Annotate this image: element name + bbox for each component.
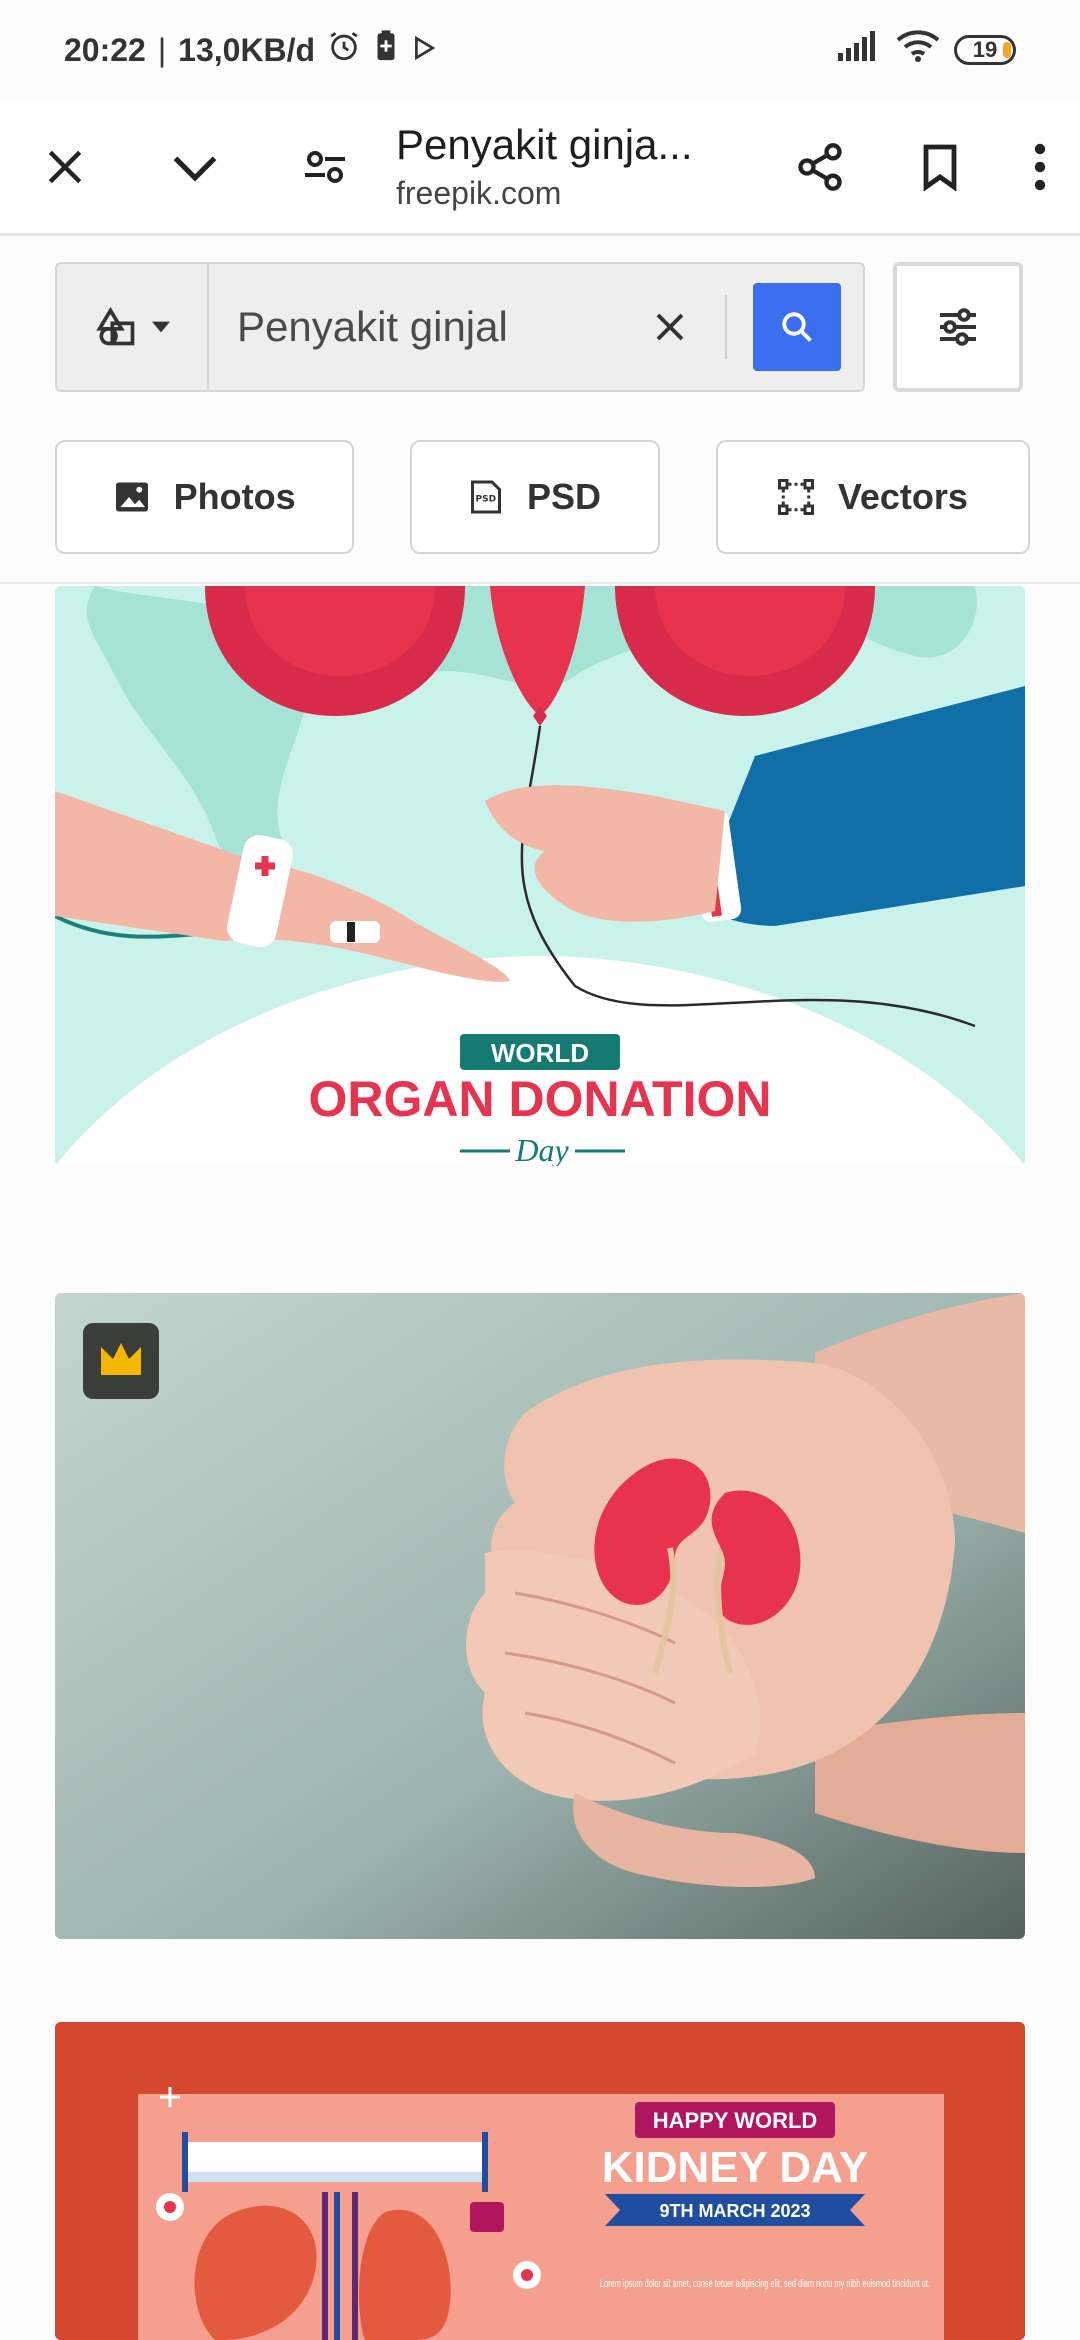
chip-label: Vectors (837, 476, 968, 517)
chip-vectors[interactable]: Vectors (715, 440, 1030, 554)
status-time: 20:22 (64, 31, 146, 68)
battery-level: 19 (972, 37, 998, 62)
status-right: 19 (838, 30, 1016, 70)
chevron-down-icon (173, 155, 217, 182)
asset-type-chips: Photos PSD PSD Vectors (55, 440, 1030, 556)
clear-search-button[interactable] (625, 309, 715, 345)
page-title: Penyakit ginja... (396, 121, 693, 168)
card-body-text: Lorem ipsum dolor sit amet, conse tetuer… (600, 2278, 930, 2290)
tune-icon (305, 150, 345, 183)
wifi-icon (896, 30, 940, 70)
kidney-hands-photo (55, 1293, 1025, 1939)
filter-button[interactable] (893, 262, 1023, 392)
organ-donation-illustration: WORLD ORGAN DONATION Day (55, 586, 1025, 1166)
chip-psd[interactable]: PSD PSD (410, 440, 660, 554)
site-settings-button[interactable] (260, 99, 390, 235)
custom-tab-toolbar: Penyakit ginja... freepik.com (0, 100, 1080, 236)
card-badge: HAPPY WORLD (653, 2108, 818, 2133)
close-icon (48, 150, 82, 183)
search-box: Penyakit ginjal (55, 262, 865, 392)
vector-icon (777, 479, 814, 515)
status-left: 20:22 | 13,0KB/d (64, 29, 437, 71)
more-vertical-icon (1034, 143, 1046, 190)
card-script-heading: Day (514, 1132, 569, 1166)
sliders-icon (940, 308, 976, 346)
shapes-icon (96, 306, 135, 346)
result-card-kidney-photo[interactable] (55, 1293, 1025, 1939)
search-input[interactable]: Penyakit ginjal (209, 303, 625, 351)
search-divider (725, 295, 727, 359)
battery-icon: 19 (954, 35, 1016, 65)
network-speed: 13,0KB/d (178, 31, 316, 68)
caret-down-icon (152, 321, 170, 333)
search-row: Penyakit ginjal (55, 262, 1025, 392)
chip-label: Photos (173, 476, 296, 517)
page-title-area[interactable]: Penyakit ginja... freepik.com (390, 121, 760, 212)
minimize-tab-button[interactable] (130, 99, 260, 235)
alarm-icon (327, 29, 361, 71)
svg-text:PSD: PSD (476, 495, 497, 505)
search-button[interactable] (753, 283, 841, 371)
status-bar: 20:22 | 13,0KB/d 19 (0, 0, 1080, 100)
result-card-kidney-day[interactable]: HAPPY WORLD KIDNEY DAY 9TH MARCH 2023 Lo… (55, 2022, 1025, 2340)
card-small-heading: WORLD (491, 1038, 589, 1068)
search-icon (782, 312, 812, 342)
close-icon (656, 313, 684, 341)
status-separator: | (157, 31, 167, 68)
page-domain: freepik.com (396, 175, 562, 211)
battery-saver-icon (373, 29, 399, 71)
card-main-heading: ORGAN DONATION (309, 1071, 772, 1127)
bookmark-icon (923, 144, 957, 192)
chip-photos[interactable]: Photos (55, 440, 355, 554)
image-icon (115, 482, 148, 512)
psd-file-icon: PSD (471, 480, 501, 514)
chips-divider (0, 582, 1080, 584)
toolbar-actions (760, 99, 1080, 235)
kidney-day-illustration: HAPPY WORLD KIDNEY DAY 9TH MARCH 2023 Lo… (55, 2022, 1025, 2340)
card-main-heading: KIDNEY DAY (602, 2143, 869, 2192)
share-button[interactable] (760, 99, 880, 235)
signal-icon (838, 31, 882, 69)
chip-label: PSD (527, 476, 602, 517)
more-options-button[interactable] (1000, 99, 1080, 235)
card-date-ribbon: 9TH MARCH 2023 (659, 2201, 810, 2221)
share-icon (798, 142, 842, 191)
result-card-organ-donation[interactable]: WORLD ORGAN DONATION Day (55, 586, 1025, 1166)
asset-type-dropdown[interactable] (57, 264, 209, 390)
bookmark-button[interactable] (880, 99, 1000, 235)
play-store-icon (411, 32, 437, 69)
close-tab-button[interactable] (0, 99, 130, 235)
